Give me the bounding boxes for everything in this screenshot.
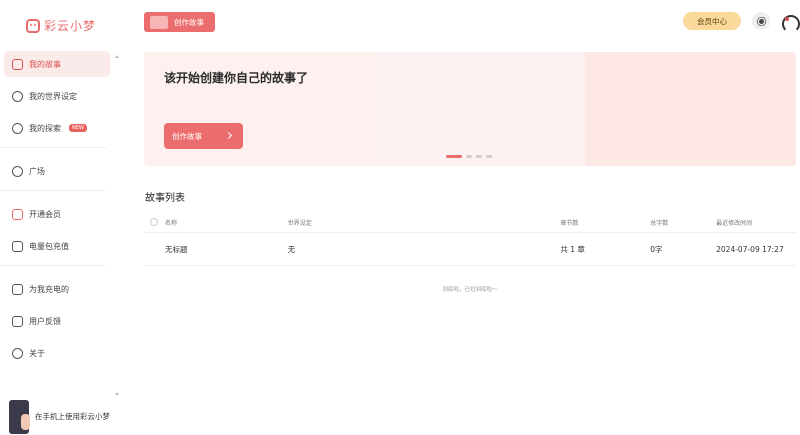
sidebar-item-label: 我的探索: [29, 123, 61, 133]
story-world: 无: [287, 244, 296, 254]
banner-create-label: 创作故事: [172, 131, 202, 141]
banner-create-button[interactable]: 创作故事: [164, 123, 243, 149]
explore-icon: [12, 122, 23, 134]
globe-icon: [12, 90, 23, 102]
sidebar-item-label: 用户反馈: [29, 316, 61, 326]
carousel-dot[interactable]: [476, 155, 482, 158]
story-modified: 2024-07-09 17:27: [716, 244, 784, 254]
story-words: 0字: [650, 244, 663, 254]
select-all-checkbox[interactable]: [150, 218, 159, 226]
mobile-promo-text: 在手机上使用彩云小梦: [35, 412, 110, 421]
sidebar: 彩云小梦 我的故事 我的世界设定 我的探索 NEW 广场 开通会员 电量包充值 …: [0, 0, 122, 435]
carousel-dot[interactable]: [466, 155, 472, 158]
sidebar-item-label: 我的世界设定: [29, 91, 77, 101]
sidebar-item-label: 开通会员: [29, 209, 61, 219]
column-header-world: 世界设定: [287, 219, 312, 227]
phone-icon: [9, 399, 30, 434]
column-header-words: 总字数: [650, 219, 669, 227]
story-table: 名称 世界设定 章节数 总字数 最近修改时间 无标题 无 共 1 章 0字 20…: [144, 212, 796, 266]
sidebar-item-plaza[interactable]: 广场: [4, 158, 110, 184]
banner-slide-bg: [375, 52, 585, 166]
sun-icon: [758, 18, 764, 24]
sidebar-item-chargers[interactable]: 为我充电的: [4, 276, 110, 302]
sidebar-item-label: 关于: [29, 348, 45, 358]
story-chapters: 共 1 章: [560, 244, 585, 254]
nav-divider: [0, 265, 106, 266]
carousel-dot[interactable]: [486, 155, 492, 158]
table-header: 名称 世界设定 章节数 总字数 最近修改时间: [144, 212, 796, 233]
sidebar-item-world-settings[interactable]: 我的世界设定: [4, 83, 110, 109]
sidebar-nav: 我的故事 我的世界设定 我的探索 NEW 广场 开通会员 电量包充值 为我充电的…: [0, 51, 118, 372]
book-icon: [12, 58, 23, 70]
feedback-icon: [12, 315, 23, 327]
scroll-down-arrow[interactable]: [115, 393, 119, 396]
create-story-button[interactable]: 创作故事: [144, 12, 215, 32]
app-root: 彩云小梦 我的故事 我的世界设定 我的探索 NEW 广场 开通会员 电量包充值 …: [0, 0, 800, 435]
theme-toggle-button[interactable]: [752, 12, 770, 30]
chevron-right-icon: [224, 131, 233, 140]
sidebar-item-label: 电量包充值: [29, 241, 69, 251]
info-icon: [12, 347, 23, 359]
sidebar-item-explore[interactable]: 我的探索 NEW: [4, 115, 110, 141]
sidebar-item-feedback[interactable]: 用户反馈: [4, 308, 110, 334]
story-list-title: 故事列表: [143, 189, 185, 204]
carousel-indicators: [446, 155, 492, 158]
logo[interactable]: 彩云小梦: [26, 17, 96, 34]
nav-divider: [0, 147, 106, 148]
banner-title: 该开始创建你自己的故事了: [164, 71, 309, 85]
column-header-modified: 最近修改时间: [716, 219, 753, 227]
sidebar-item-label: 广场: [29, 166, 45, 176]
sidebar-item-membership[interactable]: 开通会员: [4, 201, 110, 227]
column-header-name: 名称: [164, 219, 177, 227]
logo-text: 彩云小梦: [44, 19, 97, 33]
table-row[interactable]: 无标题 无 共 1 章 0字 2024-07-09 17:27: [144, 233, 796, 266]
list-end-note: 到底啦，已拉到底啦～: [442, 287, 498, 293]
banner-slide-bg: [585, 52, 796, 166]
sidebar-item-about[interactable]: 关于: [4, 340, 110, 366]
story-name[interactable]: 无标题: [165, 244, 288, 255]
sidebar-item-my-stories[interactable]: 我的故事: [4, 51, 110, 77]
sidebar-item-label: 为我充电的: [29, 284, 69, 294]
new-badge: NEW: [69, 124, 87, 132]
sidebar-item-recharge[interactable]: 电量包充值: [4, 233, 110, 259]
logo-icon: [26, 18, 40, 33]
create-story-label: 创作故事: [174, 17, 204, 27]
mobile-app-promo[interactable]: 在手机上使用彩云小梦: [0, 398, 122, 435]
compass-icon: [12, 165, 23, 177]
charge-icon: [12, 283, 23, 295]
carousel-dot[interactable]: [446, 155, 462, 158]
hero-banner: 该开始创建你自己的故事了 创作故事: [144, 52, 796, 166]
avatar[interactable]: [780, 12, 800, 33]
battery-icon: [12, 240, 23, 252]
member-center-button[interactable]: 会员中心: [683, 12, 741, 30]
sidebar-item-label: 我的故事: [29, 59, 61, 69]
crown-icon: [12, 208, 23, 220]
column-header-chapters: 章节数: [560, 219, 579, 227]
nav-divider: [0, 190, 106, 191]
story-box-icon: [150, 15, 168, 29]
